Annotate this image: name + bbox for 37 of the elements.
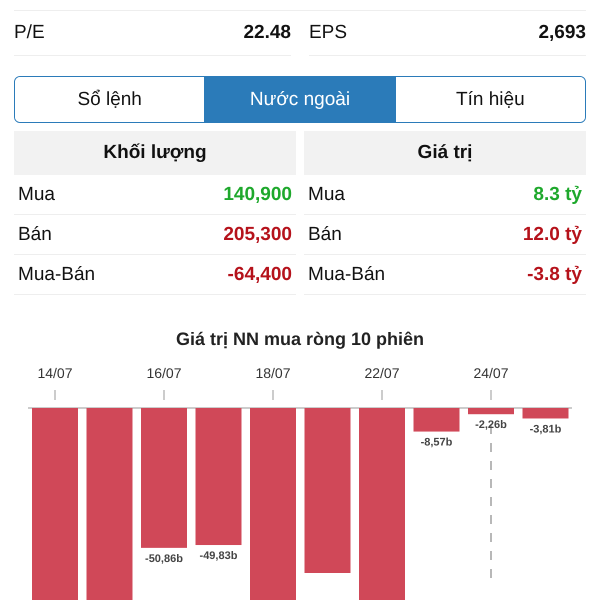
row-value: -3.8 tỷ xyxy=(527,264,582,286)
column-header: Giá trị xyxy=(304,131,586,175)
tick-mark xyxy=(54,390,56,400)
axis-label: 22/07 xyxy=(364,365,400,381)
bar xyxy=(414,408,460,432)
stat-value: 22.48 xyxy=(243,22,291,44)
column-header: Khối lượng xyxy=(14,131,296,175)
axis-label: 18/07 xyxy=(255,365,291,381)
axis-label: 14/07 xyxy=(37,365,73,381)
bar xyxy=(468,408,514,414)
axis-label: 16/07 xyxy=(146,365,182,381)
tick-mark xyxy=(490,390,492,400)
value-label: -50,86b xyxy=(145,552,183,565)
value-label: -2,26b xyxy=(475,419,507,432)
value-label: -8,57b xyxy=(420,436,452,449)
row-label: Mua-Bán xyxy=(18,264,96,286)
row-value: 12.0 tỷ xyxy=(522,224,582,246)
value-label: -3,81b xyxy=(530,423,562,436)
row-label: Mua-Bán xyxy=(308,264,386,286)
row-value: -64,400 xyxy=(228,264,292,286)
stat-label: P/E xyxy=(14,22,45,44)
row-value: 8.3 tỷ xyxy=(533,184,582,206)
tab[interactable]: Nước ngoài xyxy=(204,77,395,122)
chart-title: Giá trị NN mua ròng 10 phiên xyxy=(174,329,426,350)
row-value: 205,300 xyxy=(223,224,292,246)
value-label: -49,83b xyxy=(200,550,238,562)
row-label: Bán xyxy=(308,224,342,246)
row-label: Mua xyxy=(308,184,345,206)
row-label: Bán xyxy=(18,224,52,246)
row-value: 140,900 xyxy=(223,184,292,206)
tab[interactable]: Tín hiệu xyxy=(394,77,585,122)
tick-mark xyxy=(272,390,274,400)
row-label: Mua xyxy=(18,184,55,206)
stat-value: 2,693 xyxy=(538,22,586,44)
stat-label: EPS xyxy=(309,22,348,44)
bar xyxy=(522,408,568,418)
axis-label: 24/07 xyxy=(473,365,509,381)
